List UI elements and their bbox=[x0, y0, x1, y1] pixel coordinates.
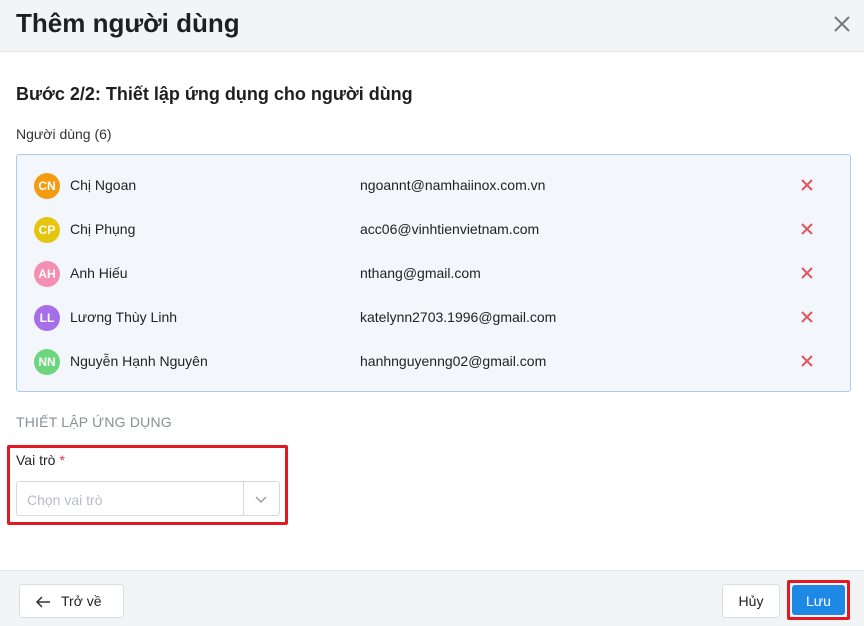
back-button[interactable]: Trở về bbox=[19, 584, 124, 618]
user-row: LL Lương Thùy Linh katelynn2703.1996@gma… bbox=[17, 301, 850, 333]
close-icon[interactable] bbox=[832, 14, 852, 34]
select-divider bbox=[243, 482, 244, 515]
user-name: Anh Hiếu bbox=[70, 265, 128, 281]
dialog-header: Thêm người dùng bbox=[0, 0, 864, 52]
role-select[interactable]: Chọn vai trò bbox=[16, 481, 280, 516]
user-row: CN Chị Ngoan ngoannt@namhaiinox.com.vn bbox=[17, 169, 850, 201]
remove-user-icon[interactable] bbox=[800, 354, 814, 368]
arrow-left-icon bbox=[35, 596, 50, 608]
required-mark: * bbox=[59, 452, 65, 468]
remove-user-icon[interactable] bbox=[800, 266, 814, 280]
avatar: CP bbox=[34, 217, 60, 243]
dialog-title: Thêm người dùng bbox=[16, 8, 240, 38]
avatar: NN bbox=[34, 349, 60, 375]
avatar: LL bbox=[34, 305, 60, 331]
avatar: AH bbox=[34, 261, 60, 287]
users-count-label: Người dùng (6) bbox=[16, 126, 112, 142]
user-email: nthang@gmail.com bbox=[360, 265, 481, 281]
remove-user-icon[interactable] bbox=[800, 222, 814, 236]
back-button-label: Trở về bbox=[61, 593, 102, 609]
app-settings-heading: THIẾT LẬP ỨNG DỤNG bbox=[16, 414, 172, 430]
user-list: CN Chị Ngoan ngoannt@namhaiinox.com.vn C… bbox=[16, 154, 851, 392]
cancel-button[interactable]: Hủy bbox=[722, 584, 780, 618]
add-user-dialog: Thêm người dùng Bước 2/2: Thiết lập ứng … bbox=[0, 0, 864, 626]
user-name: Lương Thùy Linh bbox=[70, 309, 178, 325]
cancel-button-label: Hủy bbox=[738, 593, 764, 609]
user-row: NN Nguyễn Hạnh Nguyên hanhnguyenng02@gma… bbox=[17, 345, 850, 377]
remove-user-icon[interactable] bbox=[800, 310, 814, 324]
avatar: CN bbox=[34, 173, 60, 199]
user-row: CP Chị Phụng acc06@vinhtienvietnam.com bbox=[17, 213, 850, 245]
user-email: acc06@vinhtienvietnam.com bbox=[360, 221, 540, 237]
save-button-label: Lưu bbox=[806, 593, 831, 609]
dialog-footer: Trở về Hủy Lưu bbox=[0, 570, 864, 626]
save-button[interactable]: Lưu bbox=[792, 585, 845, 615]
user-row: AH Anh Hiếu nthang@gmail.com bbox=[17, 257, 850, 289]
user-name: Nguyễn Hạnh Nguyên bbox=[70, 353, 208, 369]
role-select-placeholder: Chọn vai trò bbox=[27, 492, 103, 508]
step-title: Bước 2/2: Thiết lập ứng dụng cho người d… bbox=[16, 84, 413, 104]
role-label-text: Vai trò bbox=[16, 452, 56, 468]
user-email: katelynn2703.1996@gmail.com bbox=[360, 309, 557, 325]
user-email: ngoannt@namhaiinox.com.vn bbox=[360, 177, 546, 193]
remove-user-icon[interactable] bbox=[800, 178, 814, 192]
chevron-down-icon[interactable] bbox=[253, 491, 269, 507]
role-label: Vai trò * bbox=[16, 452, 65, 468]
user-email: hanhnguyenng02@gmail.com bbox=[360, 353, 547, 369]
user-name: Chị Ngoan bbox=[70, 177, 137, 193]
user-name: Chị Phụng bbox=[70, 221, 136, 237]
